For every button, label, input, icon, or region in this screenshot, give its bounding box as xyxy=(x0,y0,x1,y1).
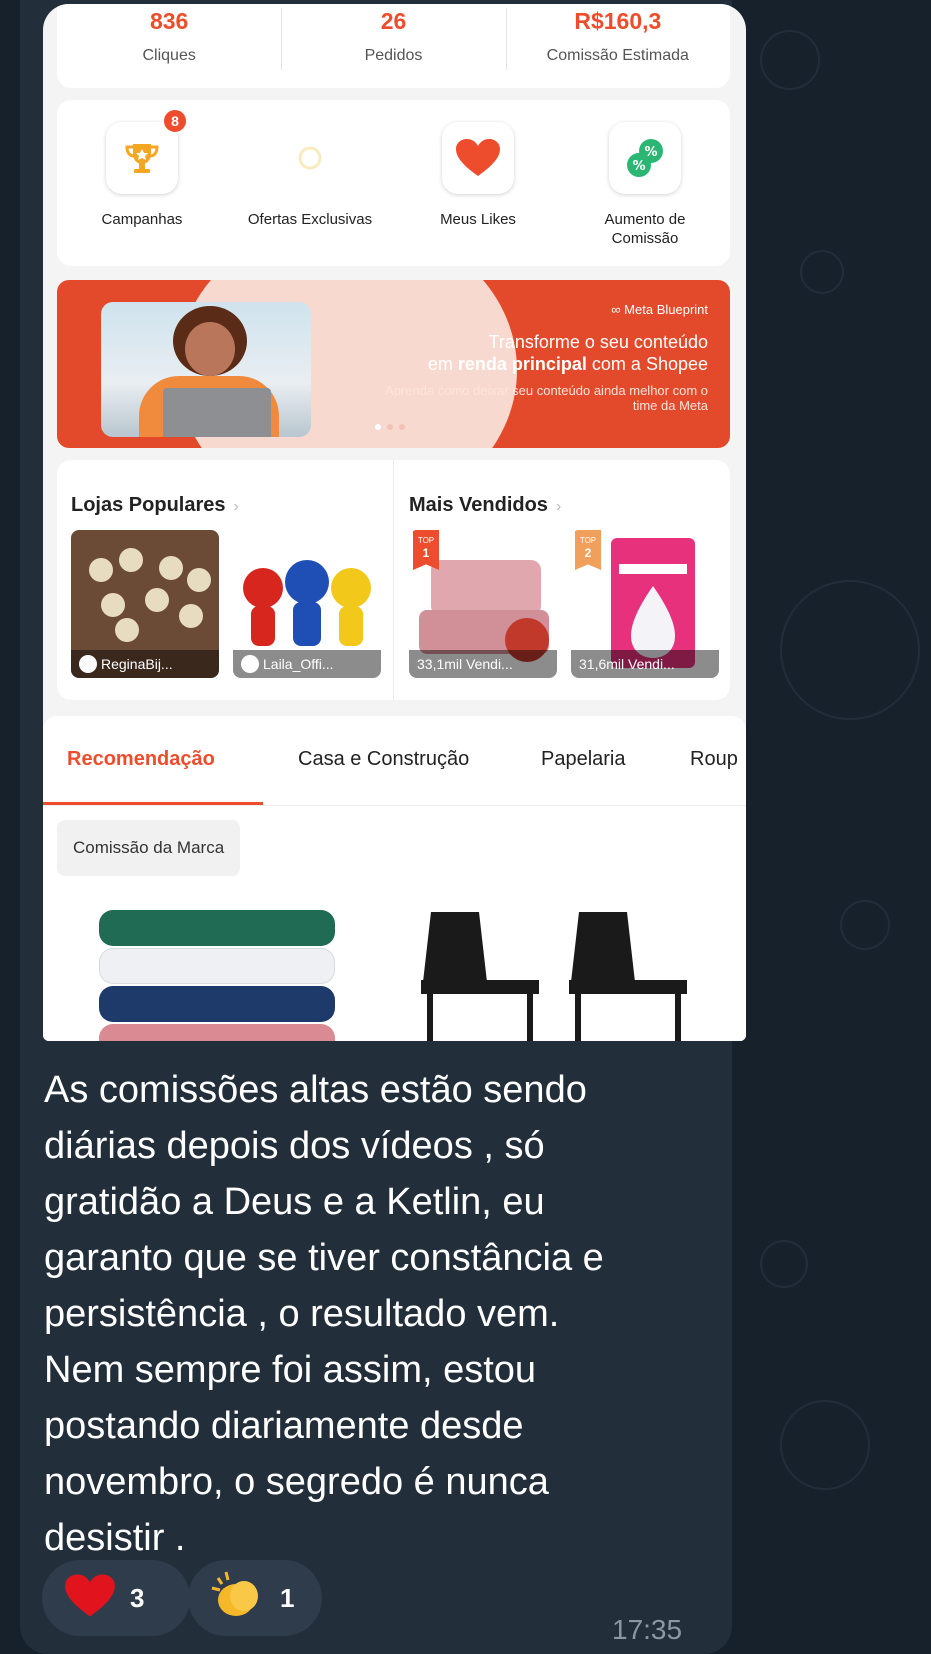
shop-tile[interactable]: Laila_Offi... xyxy=(233,530,381,678)
reaction-count: 1 xyxy=(280,1582,295,1613)
tab-stationery[interactable]: Papelaria xyxy=(541,748,626,771)
action-label: Campanhas xyxy=(101,211,183,228)
tab-clothing[interactable]: Roup xyxy=(690,748,738,771)
banner-headline: Transforme o seu conteúdo em renda princ… xyxy=(368,331,708,375)
notification-badge: 8 xyxy=(162,108,188,134)
heart-icon xyxy=(442,122,514,194)
stat-label: Pedidos xyxy=(364,47,423,64)
headline-post: com a Shopee xyxy=(586,354,708,374)
action-label: Ofertas Exclusivas xyxy=(247,211,373,228)
svg-text:%: % xyxy=(632,159,645,174)
action-campaigns[interactable]: 8 Campanhas xyxy=(57,108,227,229)
headline-line1: Transforme o seu conteúdo xyxy=(488,332,708,352)
category-tabs: Recomendação Casa e Construção Papelaria… xyxy=(43,716,746,806)
rank-label: TOP xyxy=(417,536,435,545)
action-label: Aumento de Comissão xyxy=(604,211,686,247)
carousel-dot xyxy=(375,424,381,430)
stats-card: 836 Cliques 26 Pedidos R$160,3 Comissão … xyxy=(57,4,730,88)
trophy-icon: 8 xyxy=(106,108,188,194)
action-commission-boost[interactable]: % % Aumento de Comissão xyxy=(560,122,730,248)
chevron-right-icon: › xyxy=(555,498,562,515)
carousel-dot xyxy=(387,424,393,430)
best-sellers-title: Mais Vendidos xyxy=(409,494,548,516)
stat-clicks: 836 Cliques xyxy=(57,4,281,88)
best-seller-tile[interactable]: TOP 2 31,6mil Vendi... xyxy=(571,530,719,678)
laptop xyxy=(163,388,271,437)
caption-text: ReginaBij... xyxy=(101,656,173,672)
brand-commission-chip[interactable]: Comissão da Marca xyxy=(57,820,241,876)
percent-exchange-icon: % % xyxy=(609,122,681,194)
rank-number: 1 xyxy=(422,546,430,560)
wallpaper-doodle xyxy=(840,900,890,950)
attached-screenshot[interactable]: 836 Cliques 26 Pedidos R$160,3 Comissão … xyxy=(43,4,746,1041)
message-timestamp: 17:35 xyxy=(612,1614,683,1645)
reaction-count: 3 xyxy=(130,1582,145,1613)
banner-photo xyxy=(101,302,311,437)
headline-bold: renda principal xyxy=(457,354,587,374)
action-my-likes[interactable]: Meus Likes xyxy=(393,122,563,229)
rank-label: TOP xyxy=(579,536,597,545)
tile-caption: 33,1mil Vendi... xyxy=(409,650,557,678)
wallpaper-doodle xyxy=(800,250,844,294)
stat-value: 26 xyxy=(380,8,407,34)
tab-recommendation[interactable]: Recomendação xyxy=(67,748,215,771)
tile-caption: 31,6mil Vendi... xyxy=(571,650,719,678)
towel-navy xyxy=(99,986,335,1022)
product-card-chairs[interactable] xyxy=(421,910,721,1041)
shop-avatar xyxy=(241,655,259,673)
headline-pre: em xyxy=(427,354,458,374)
banner-text: ∞ Meta Blueprint Transforme o seu conteú… xyxy=(368,302,708,413)
wallpaper-doodle xyxy=(780,1400,870,1490)
shop-avatar xyxy=(79,655,97,673)
tile-caption: Laila_Offi... xyxy=(233,650,381,678)
carousel-dots xyxy=(375,424,405,430)
wallpaper-doodle xyxy=(760,30,820,90)
caption-text: Laila_Offi... xyxy=(263,656,334,672)
svg-text:%: % xyxy=(644,145,657,160)
stat-commission: R$160,3 Comissão Estimada xyxy=(505,4,730,88)
action-exclusive-offers[interactable]: Ofertas Exclusivas xyxy=(225,122,395,229)
top-rank-flag: TOP 1 xyxy=(413,530,439,570)
banner-brand: ∞ Meta Blueprint xyxy=(611,302,708,317)
message-bubble[interactable]: 836 Cliques 26 Pedidos R$160,3 Comissão … xyxy=(20,0,746,1654)
rank-number: 2 xyxy=(584,546,592,560)
banner-subtitle: Aprenda como deixar seu conteúdo ainda m… xyxy=(384,383,708,413)
stat-orders: 26 Pedidos xyxy=(281,4,505,88)
wallpaper-doodle xyxy=(780,580,920,720)
tile-caption: ReginaBij... xyxy=(71,650,219,678)
towel-white xyxy=(99,948,335,984)
promo-banner[interactable]: ∞ Meta Blueprint Transforme o seu conteú… xyxy=(57,280,730,448)
loading-icon xyxy=(274,122,346,194)
product-feed: Comissão da Marca xyxy=(43,806,746,1041)
section-divider xyxy=(393,460,394,700)
quick-actions: 8 Campanhas Ofertas Exclusivas Meus Like… xyxy=(57,100,730,266)
person-face xyxy=(185,322,235,376)
message-text: As comissões altas estão sendo diárias d… xyxy=(44,1069,604,1559)
towel-green xyxy=(99,910,335,946)
stat-label: Comissão Estimada xyxy=(546,47,689,64)
shop-tile[interactable]: ReginaBij... xyxy=(71,530,219,678)
stat-value: 836 xyxy=(149,8,189,34)
stat-label: Cliques xyxy=(142,47,196,64)
popular-shops-title: Lojas Populares xyxy=(71,494,226,516)
chevron-right-icon: › xyxy=(233,498,239,515)
reaction-clap[interactable]: 1 xyxy=(188,1560,322,1636)
carousel-dot xyxy=(399,424,405,430)
popular-shops-header[interactable]: Lojas Populares › xyxy=(71,494,239,517)
shops-section: Lojas Populares › Mais Vendidos › ReginaBi… xyxy=(57,460,730,700)
top-rank-flag: TOP 2 xyxy=(575,530,601,570)
reaction-heart[interactable]: 3 xyxy=(42,1560,190,1636)
action-label: Meus Likes xyxy=(440,211,516,228)
best-sellers-header[interactable]: Mais Vendidos › xyxy=(409,494,561,517)
wallpaper-doodle xyxy=(760,1240,808,1288)
towel-pink xyxy=(99,1024,335,1041)
tab-home-construction[interactable]: Casa e Construção xyxy=(298,748,469,771)
clapping-hands-icon xyxy=(210,1568,266,1629)
stat-value: R$160,3 xyxy=(574,8,662,34)
best-seller-tile[interactable]: TOP 1 33,1mil Vendi... xyxy=(409,530,557,678)
red-heart-icon xyxy=(64,1573,116,1624)
